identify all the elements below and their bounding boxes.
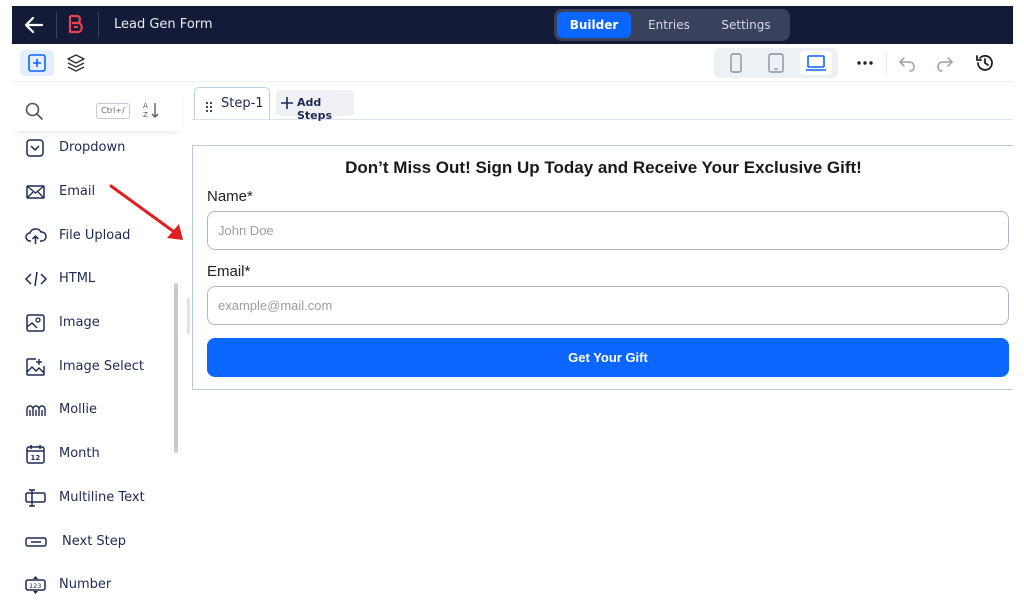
sidebar-item-label: Image Select — [59, 359, 144, 374]
more-icon[interactable] — [854, 53, 876, 73]
code-icon — [24, 269, 48, 289]
form-name-title: Lead Gen Form — [114, 17, 213, 32]
image-icon — [24, 313, 48, 333]
form-heading[interactable]: Don’t Miss Out! Sign Up Today and Receiv… — [193, 158, 1013, 178]
add-steps-button[interactable]: Add Steps — [276, 90, 354, 122]
tab-entries[interactable]: Entries — [634, 12, 704, 38]
svg-text:Z: Z — [143, 111, 148, 119]
sidebar-item-next-step[interactable]: Next Step — [24, 528, 184, 556]
redo-icon[interactable] — [934, 53, 956, 73]
device-preview-switcher — [714, 48, 838, 78]
sidebar-item-multiline-text[interactable]: Multiline Text — [24, 484, 184, 512]
steps-bar: Step-1 Add Steps — [192, 84, 1013, 122]
sidebar-item-mollie[interactable]: Mollie — [24, 396, 184, 424]
email-input[interactable] — [207, 286, 1009, 325]
sidebar-scrollbar[interactable] — [174, 283, 178, 453]
svg-text:A: A — [143, 102, 148, 110]
step-tab-label: Step-1 — [221, 96, 264, 111]
sidebar-item-month[interactable]: 12 Month — [24, 440, 184, 468]
get-your-gift-button[interactable]: Get Your Gift — [207, 338, 1009, 377]
sidebar-item-number[interactable]: 123 Number — [24, 571, 184, 599]
plus-icon — [280, 95, 294, 109]
tab-step-1[interactable]: Step-1 — [194, 87, 270, 119]
annotation-arrow-icon — [109, 184, 183, 240]
svg-text:12: 12 — [31, 454, 41, 462]
tab-settings[interactable]: Settings — [708, 12, 784, 38]
builder-toolbar — [12, 44, 1013, 82]
next-step-icon — [24, 532, 48, 552]
name-field-label: Name* — [207, 188, 253, 205]
header-divider — [98, 12, 99, 38]
sidebar-item-label: Email — [59, 184, 96, 199]
toolbar-divider — [886, 53, 887, 73]
app-header: Lead Gen Form Builder Entries Settings — [12, 6, 1013, 44]
image-select-icon — [24, 357, 48, 377]
field-search[interactable]: Ctrl+/ AZ — [12, 87, 182, 131]
panel-resize-handle[interactable] — [187, 298, 190, 334]
dropdown-icon — [24, 138, 48, 158]
sort-az-icon[interactable]: AZ — [142, 100, 160, 120]
upload-icon — [24, 226, 48, 246]
search-icon[interactable] — [24, 101, 44, 121]
app-window: Lead Gen Form Builder Entries Settings C… — [12, 6, 1013, 610]
drag-handle-icon[interactable] — [205, 98, 213, 113]
tab-builder[interactable]: Builder — [557, 12, 631, 38]
desktop-icon[interactable] — [800, 51, 832, 75]
history-icon[interactable] — [974, 53, 996, 73]
mobile-icon[interactable] — [720, 51, 752, 75]
undo-icon[interactable] — [896, 53, 918, 73]
email-field-label: Email* — [207, 263, 251, 280]
sidebar-item-label: Mollie — [59, 402, 98, 417]
sidebar-item-html[interactable]: HTML — [24, 265, 184, 293]
multiline-text-icon — [24, 488, 48, 508]
sidebar-item-label: Multiline Text — [59, 490, 145, 505]
field-palette-sidebar: Ctrl+/ AZ Dropdown Email File Upload HTM… — [12, 83, 182, 610]
calendar-icon: 12 — [24, 444, 48, 464]
sidebar-item-label: Next Step — [62, 534, 127, 549]
add-field-icon[interactable] — [20, 50, 54, 76]
sidebar-item-label: Number — [59, 577, 112, 592]
add-steps-label: Add Steps — [297, 96, 333, 122]
sidebar-item-label: Dropdown — [59, 140, 126, 155]
sidebar-item-label: Image — [59, 315, 100, 330]
sidebar-item-label: Month — [59, 446, 100, 461]
sidebar-item-image[interactable]: Image — [24, 309, 184, 337]
search-shortcut-badge: Ctrl+/ — [96, 103, 130, 119]
svg-text:123: 123 — [29, 582, 41, 590]
sidebar-item-label: HTML — [59, 271, 96, 286]
sidebar-item-image-select[interactable]: Image Select — [24, 353, 184, 381]
email-icon — [24, 182, 48, 202]
name-input[interactable] — [207, 211, 1009, 250]
mode-tabs: Builder Entries Settings — [554, 9, 790, 41]
brand-logo-icon — [64, 13, 88, 37]
layers-icon[interactable] — [66, 53, 86, 73]
tablet-icon[interactable] — [760, 51, 792, 75]
form-canvas: Step-1 Add Steps Don’t Miss Out! Sign Up… — [192, 84, 1013, 610]
form-preview-card: Don’t Miss Out! Sign Up Today and Receiv… — [192, 145, 1013, 390]
mollie-icon — [24, 400, 48, 420]
header-divider — [56, 12, 57, 38]
back-arrow-icon[interactable] — [22, 14, 46, 36]
number-icon: 123 — [24, 575, 48, 595]
sidebar-item-dropdown[interactable]: Dropdown — [24, 134, 184, 162]
